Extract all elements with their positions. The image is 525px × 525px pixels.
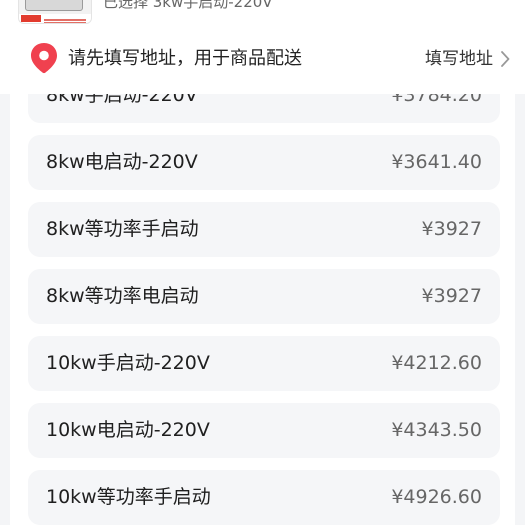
option-name: 8kw电启动-220V — [46, 151, 198, 173]
option-row[interactable]: 8kw等功率电启动 ¥3927 — [28, 269, 500, 324]
option-name: 10kw手启动-220V — [46, 352, 210, 374]
product-header: 已选择 3kw手启动-220V 请先填写地址，用于商品配送 填写地址 — [0, 0, 525, 94]
option-name: 10kw等功率手启动 — [46, 486, 211, 508]
option-row[interactable]: 8kw等功率手启动 ¥3927 — [28, 202, 500, 257]
fill-address-link[interactable]: 填写地址 — [425, 47, 493, 71]
option-price: ¥4343.50 — [391, 419, 482, 441]
option-price: ¥3927 — [421, 285, 482, 307]
option-row[interactable]: 10kw电启动-220V ¥4343.50 — [28, 403, 500, 458]
option-price: ¥4926.60 — [391, 486, 482, 508]
product-thumbnail[interactable] — [18, 0, 92, 24]
option-name: 8kw等功率手启动 — [46, 218, 199, 240]
option-row[interactable]: 10kw手启动-220V ¥4212.60 — [28, 336, 500, 391]
address-prompt: 请先填写地址，用于商品配送 — [68, 48, 302, 69]
option-name: 8kw等功率电启动 — [46, 285, 199, 307]
selected-spec-text: 已选择 3kw手启动-220V — [103, 0, 273, 11]
option-price: ¥3927 — [421, 218, 482, 240]
option-name: 10kw电启动-220V — [46, 419, 210, 441]
option-list: 8kw手启动-220V ¥3784.20 8kw电启动-220V ¥3641.4… — [28, 68, 500, 525]
location-pin-icon — [31, 43, 57, 74]
chevron-right-icon[interactable] — [499, 50, 511, 68]
option-price: ¥3641.40 — [391, 151, 482, 173]
option-price: ¥4212.60 — [391, 352, 482, 374]
product-options-page: 8kw手启动-220V ¥3784.20 8kw电启动-220V ¥3641.4… — [0, 0, 525, 525]
option-row[interactable]: 8kw电启动-220V ¥3641.40 — [28, 135, 500, 190]
option-row[interactable]: 10kw等功率手启动 ¥4926.60 — [28, 470, 500, 525]
address-row[interactable]: 请先填写地址，用于商品配送 填写地址 — [0, 32, 525, 86]
